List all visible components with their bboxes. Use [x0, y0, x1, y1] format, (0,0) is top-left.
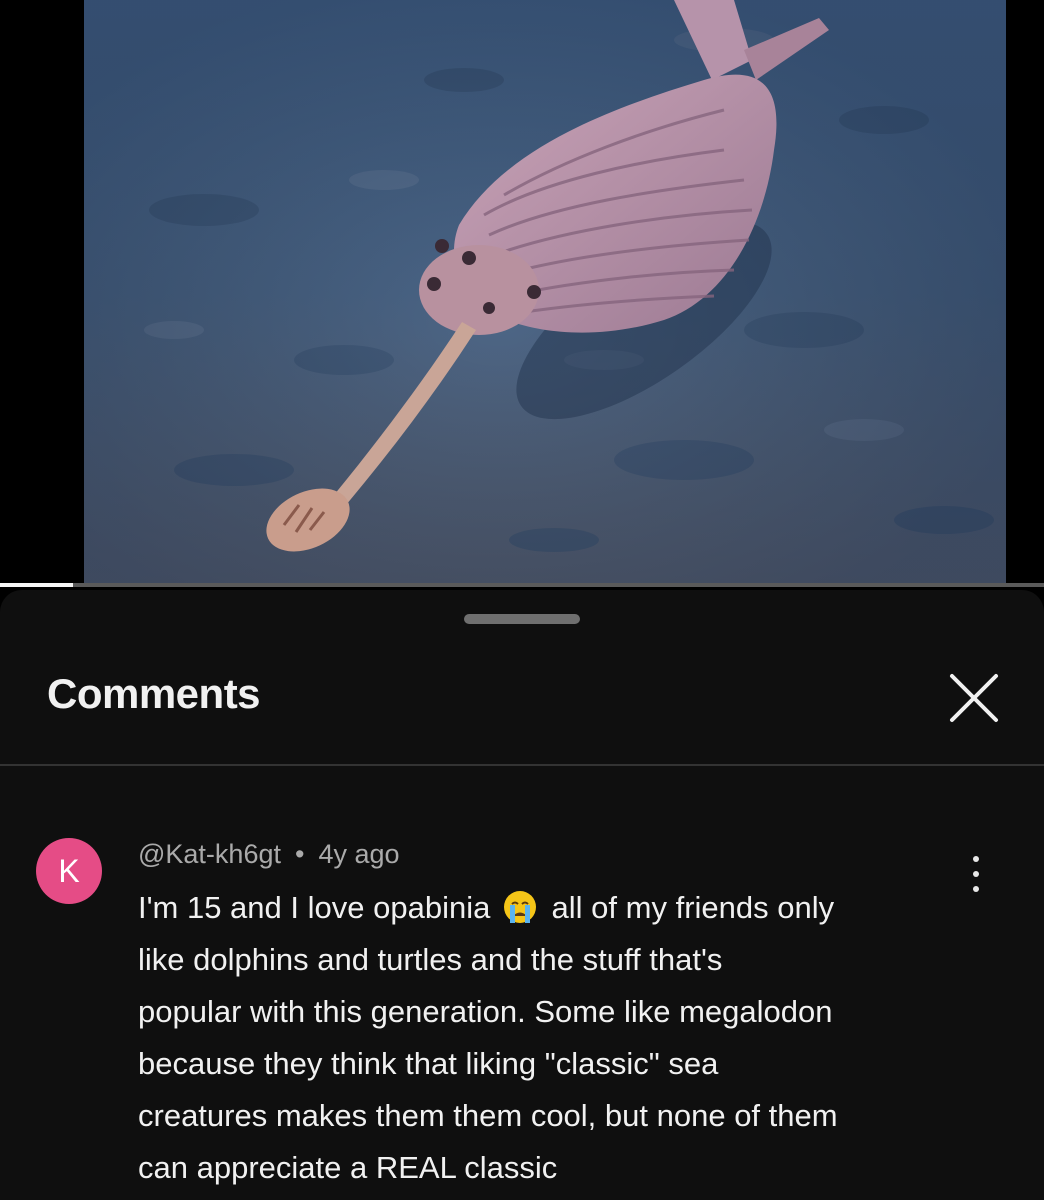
crying-face-icon	[503, 891, 536, 923]
video-frame[interactable]	[84, 0, 1006, 584]
comments-title: Comments	[47, 670, 261, 717]
close-icon	[950, 674, 998, 722]
divider	[0, 764, 1044, 766]
comment-meta: @Kat-kh6gt • 4y ago	[138, 834, 400, 874]
comment-line: like dolphins and turtles and the stuff …	[138, 942, 723, 977]
comment-author[interactable]: @Kat-kh6gt	[138, 839, 281, 869]
comments-sheet: Comments K @Kat-kh6gt • 4y ago I'm 15 and …	[0, 590, 1044, 1200]
more-vert-icon-dot	[973, 871, 979, 877]
comment-line: I'm 15 and I love opabinia all of my fri…	[138, 882, 1008, 934]
meta-separator: •	[294, 839, 305, 869]
drag-handle[interactable]	[464, 614, 580, 624]
comment-text: I'm 15 and I love opabinia all of my fri…	[138, 882, 1008, 1194]
avatar[interactable]: K	[36, 838, 102, 904]
more-vert-icon	[973, 856, 979, 862]
progress-bar[interactable]	[0, 583, 1044, 587]
close-button[interactable]	[942, 666, 1006, 730]
comment-line-text: all of my friends only	[542, 890, 835, 925]
opabinia-illustration	[84, 0, 1006, 584]
video-player[interactable]	[0, 0, 1044, 587]
comment-line-text: I'm 15 and I love opabinia	[138, 890, 499, 925]
comment-line: popular with this generation. Some like …	[138, 994, 833, 1029]
progress-fill	[0, 583, 74, 587]
comment-line: creatures makes them them cool, but none…	[138, 1098, 838, 1133]
comment-line: can appreciate a REAL classic	[138, 1150, 558, 1185]
comment-line: because they think that liking "classic"…	[138, 1046, 719, 1081]
comment-time: 4y ago	[318, 839, 400, 869]
